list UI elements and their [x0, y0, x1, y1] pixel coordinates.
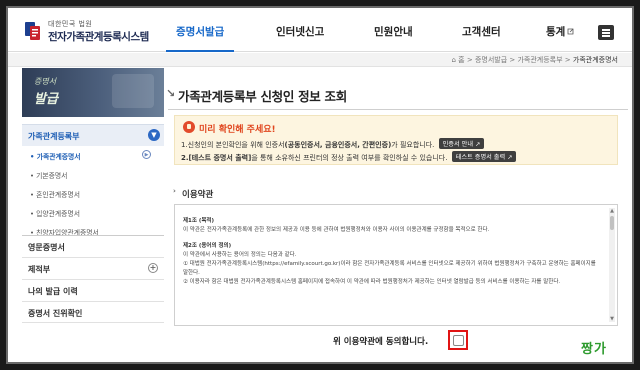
- sidebar-sub-family-relation-cert[interactable]: • 가족관계증명서 ▶: [30, 150, 151, 161]
- terms-heading: 제1조 (목적): [183, 218, 215, 224]
- terms-section-label: › 이용약관: [173, 187, 214, 200]
- sidebar-item-removed-register[interactable]: 제적부 +: [22, 257, 164, 279]
- notice-line-1-prefix: 1.신청인의 본인확인을 위해 인증서: [181, 141, 285, 149]
- page-title-text: 가족관계등록부 신청인 정보 조회: [178, 89, 347, 104]
- certificate-guide-button[interactable]: 인증서 안내 ↗: [438, 138, 485, 149]
- notice-line-1-suffix: 가 필요합니다.: [391, 141, 435, 149]
- sidebar-item-english-cert[interactable]: 영문증명서: [22, 235, 164, 257]
- breadcrumb-trail: ⌂ 홈 > 증명서발급 > 가족관계등록부 > 가족관계증명서: [451, 56, 618, 64]
- banner-line-1: 증명서: [34, 77, 57, 86]
- scroll-up-icon[interactable]: ▲: [609, 208, 615, 214]
- nav-certificate-issue[interactable]: 증명서발급: [176, 24, 224, 39]
- breadcrumb-home[interactable]: 홈: [458, 56, 464, 64]
- sidebar-sub-adoption-cert[interactable]: • 입양관계증명서: [30, 208, 80, 218]
- breadcrumb-certificate-issue[interactable]: 증명서발급: [475, 56, 507, 64]
- title-divider: [168, 109, 628, 110]
- external-link-icon: [567, 28, 574, 35]
- watermark: 짱가: [581, 342, 607, 357]
- bullet-icon: ›: [173, 187, 176, 195]
- sidebar-category-family-register[interactable]: 가족관계등록부 ▼: [22, 124, 164, 146]
- terms-paragraph: 이 약관은 전자가족관계등록에 관한 정보의 제공과 이용 등에 관하여 법원행…: [183, 227, 490, 233]
- notice-line-2-bold: 2.[테스트 증명서 출력]: [181, 154, 252, 162]
- terms-paragraph: ① 대법원 전자가족관계등록시스템(https://efamily.scourt…: [183, 261, 596, 276]
- sidebar-item-label: 나의 발급 이력: [28, 287, 78, 296]
- terms-scroll-box[interactable]: 제1조 (목적) 이 약관은 전자가족관계등록에 관한 정보의 제공과 이용 등…: [174, 204, 618, 326]
- notice-box: 미리 확인해 주세요! 1.신청인의 본인확인을 위해 인증서(공동인증서, 금…: [174, 115, 618, 165]
- main-content: ↘ 가족관계등록부 신청인 정보 조회 미리 확인해 주세요! 1.신청인의 본…: [166, 68, 628, 362]
- nav-active-indicator: [166, 50, 234, 52]
- browser-viewport: 대한민국 법원 전자가족관계등록시스템 증명서발급 인터넷신고 민원안내 고객센…: [6, 6, 634, 364]
- sidebar-category-label: 가족관계등록부: [28, 132, 80, 141]
- test-print-button-label: 테스트 증명서 출력: [455, 154, 506, 161]
- breadcrumb-family-register[interactable]: 가족관계등록부: [517, 56, 562, 64]
- notice-line-2-suffix: 을 통해 소유하신 프린터의 정상 출력 여부를 확인하실 수 있습니다.: [251, 154, 448, 162]
- agree-label[interactable]: 위 이용약관에 동의합니다.: [333, 335, 428, 347]
- agree-checkbox-highlight: [448, 330, 468, 350]
- terms-heading: 제2조 (용어의 정의): [183, 243, 232, 249]
- nav-customer-center[interactable]: 고객센터: [462, 24, 501, 39]
- breadcrumb: ⌂ 홈 > 증명서발급 > 가족관계등록부 > 가족관계증명서: [8, 53, 632, 67]
- sidebar-item-authenticity-check[interactable]: 증명서 진위확인: [22, 301, 164, 323]
- title-mark-icon: ↘: [166, 87, 175, 100]
- sidebar-sub-label: 기본증명서: [36, 172, 68, 180]
- home-icon[interactable]: ⌂: [451, 56, 455, 64]
- terms-paragraph: ② 이용자라 함은 대법원 전자가족관계등록시스템 홈페이지에 접속하여 이 약…: [183, 279, 561, 285]
- site-header: 대한민국 법원 전자가족관계등록시스템 증명서발급 인터넷신고 민원안내 고객센…: [8, 8, 632, 52]
- terms-label-text: 이용약관: [182, 190, 214, 200]
- sidebar-item-label: 제적부: [28, 265, 51, 274]
- terms-paragraph: 이 약관에서 사용하는 용어의 정의는 다음과 같다.: [183, 252, 297, 258]
- notice-heading: 미리 확인해 주세요!: [199, 125, 276, 135]
- logo-subtitle: 대한민국 법원: [48, 20, 93, 28]
- court-logo-icon[interactable]: [24, 20, 42, 42]
- screenshot-frame: 대한민국 법원 전자가족관계등록시스템 증명서발급 인터넷신고 민원안내 고객센…: [0, 0, 640, 370]
- page-title: ↘ 가족관계등록부 신청인 정보 조회: [166, 86, 347, 105]
- notice-line-1-bold: (공동인증서, 금융인증서, 간편인증): [284, 141, 392, 149]
- external-link-icon: ↗: [507, 154, 513, 161]
- arrow-right-icon: ▶: [142, 150, 151, 159]
- banner-line-2: 발급: [34, 92, 58, 107]
- sidebar-item-issue-history[interactable]: 나의 발급 이력: [22, 279, 164, 301]
- megaphone-icon: [183, 121, 195, 133]
- sidebar-sub-label: 혼인관계증명서: [36, 191, 80, 199]
- scroll-down-icon[interactable]: ▼: [609, 316, 615, 322]
- banner-decoration: [112, 74, 154, 108]
- nav-internet-report[interactable]: 인터넷신고: [276, 24, 324, 39]
- external-link-icon: ↗: [475, 141, 481, 148]
- sidebar-item-label: 증명서 진위확인: [28, 309, 83, 318]
- sidebar-item-label: 영문증명서: [28, 243, 65, 252]
- terms-scrollbar[interactable]: ▲ ▼: [609, 208, 615, 322]
- agree-checkbox[interactable]: [453, 335, 464, 346]
- plus-icon[interactable]: +: [148, 263, 158, 273]
- test-print-button[interactable]: 테스트 증명서 출력 ↗: [451, 151, 517, 162]
- nav-civil-guide[interactable]: 민원안내: [374, 24, 413, 39]
- hamburger-icon[interactable]: [598, 25, 614, 40]
- sidebar: 증명서 발급 가족관계등록부 ▼ • 가족관계증명서 ▶ • 기본증명서 • 혼…: [22, 68, 164, 362]
- notice-line-2: 2.[테스트 증명서 출력]을 통해 소유하신 프린터의 정상 출력 여부를 확…: [181, 151, 517, 163]
- nav-statistics[interactable]: 통계: [546, 24, 574, 39]
- scroll-thumb[interactable]: [610, 216, 614, 230]
- chevron-down-icon[interactable]: ▼: [148, 129, 160, 141]
- certificate-guide-button-label: 인증서 안내: [442, 141, 474, 148]
- nav-statistics-label: 통계: [546, 26, 566, 38]
- breadcrumb-current: 가족관계증명서: [572, 56, 618, 64]
- notice-line-1: 1.신청인의 본인확인을 위해 인증서(공동인증서, 금융인증서, 간편인증)가…: [181, 138, 485, 150]
- terms-text: 제1조 (목적) 이 약관은 전자가족관계등록에 관한 정보의 제공과 이용 등…: [183, 217, 597, 287]
- sidebar-banner: 증명서 발급: [22, 68, 164, 117]
- sidebar-sub-label: 가족관계증명서: [36, 153, 81, 161]
- sidebar-sub-marriage-cert[interactable]: • 혼인관계증명서: [30, 189, 80, 199]
- sidebar-sub-basic-cert[interactable]: • 기본증명서: [30, 170, 67, 180]
- logo-title[interactable]: 전자가족관계등록시스템: [48, 29, 149, 44]
- sidebar-sub-label: 입양관계증명서: [36, 210, 80, 218]
